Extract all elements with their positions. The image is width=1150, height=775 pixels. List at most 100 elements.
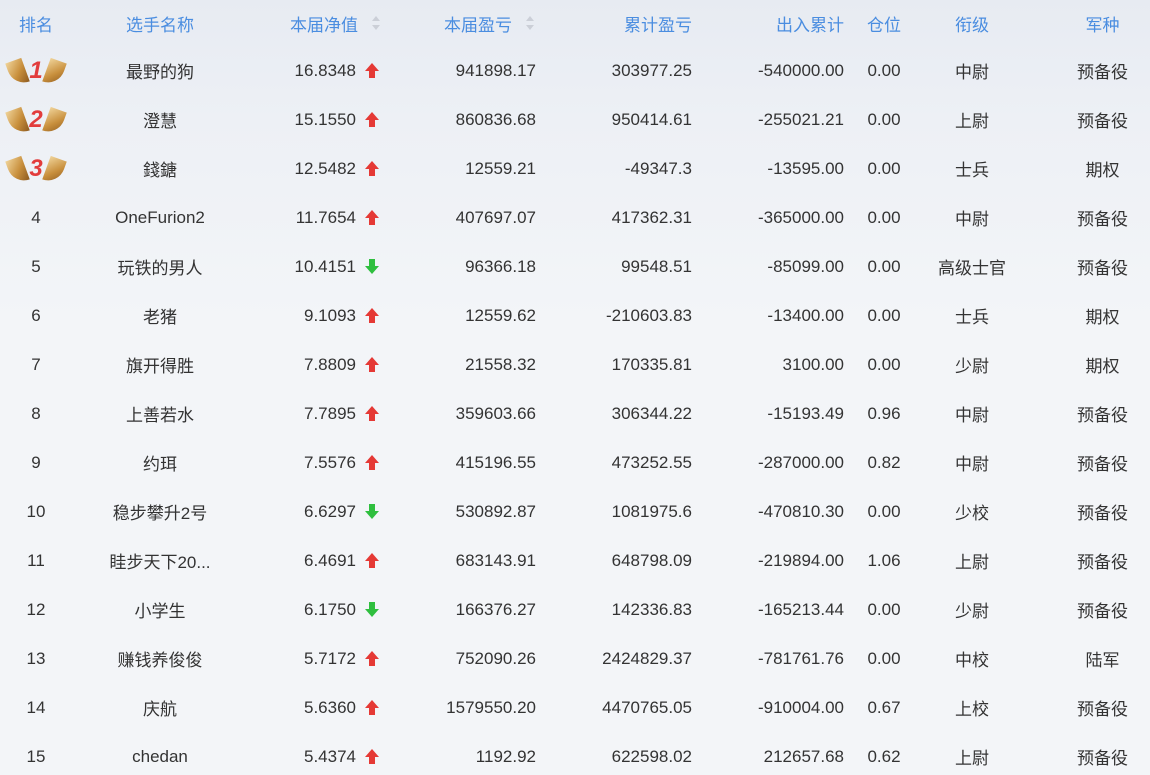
cumulative-profit: -210603.83 xyxy=(605,305,692,325)
table-row[interactable]: 12 小学生 6.1750 166376.27 142336.83 -165213.44 0… xyxy=(0,585,1150,634)
player-name[interactable]: 庆航 xyxy=(143,695,177,720)
sort-icon[interactable] xyxy=(526,16,534,30)
player-name-cell[interactable]: 庆航 xyxy=(72,683,248,732)
rank-number: 1 xyxy=(29,56,43,84)
table-row[interactable]: 1 最野的狗 16.8348 941898.17 303977.25 -540000.00… xyxy=(0,46,1150,95)
rank-number: 9 xyxy=(31,452,41,472)
table-row[interactable]: 4 OneFurion2 11.7654 407697.07 417362.31 -365… xyxy=(0,193,1150,242)
column-header-rank[interactable]: 排名 xyxy=(0,0,72,46)
rank-number: 10 xyxy=(26,501,46,521)
table-row[interactable]: 3 錢鎕 12.5482 12559.21 -49347.3 -13595.00 0.00 士… xyxy=(0,144,1150,193)
cumulative-profit-cell: 303977.25 xyxy=(540,46,692,95)
net-value: 16.8348 xyxy=(294,60,356,80)
military-rank-cell: 上尉 xyxy=(920,95,1024,144)
session-profit-cell: 407697.07 xyxy=(400,193,536,242)
player-name[interactable]: 老猪 xyxy=(143,303,177,328)
net-value: 7.5576 xyxy=(304,452,356,472)
player-name[interactable]: 玩铁的男人 xyxy=(118,254,203,279)
player-name-cell[interactable]: 上善若水 xyxy=(72,389,248,438)
player-name-cell[interactable]: 最野的狗 xyxy=(72,46,248,95)
player-name-cell[interactable]: 约珥 xyxy=(72,438,248,487)
table-row[interactable]: 7 旗开得胜 7.8809 21558.32 170335.81 3100.00 0.00 少… xyxy=(0,340,1150,389)
sort-icon[interactable] xyxy=(372,16,380,30)
trend-cell xyxy=(360,144,384,193)
service-cell: 预备役 xyxy=(1055,193,1150,242)
position-cell: 0.00 xyxy=(856,585,912,634)
player-name[interactable]: 澄慧 xyxy=(143,107,177,132)
rank-cell: 1 xyxy=(0,46,72,95)
table-row[interactable]: 13 赚钱养俊俊 5.7172 752090.26 2424829.37 -781761.… xyxy=(0,634,1150,683)
table-row[interactable]: 8 上善若水 7.7895 359603.66 306344.22 -15193.49 0.… xyxy=(0,389,1150,438)
net-flow: -165213.44 xyxy=(757,599,844,619)
net-flow-cell: -910004.00 xyxy=(700,683,844,732)
player-name[interactable]: 约珥 xyxy=(143,450,177,475)
column-header-cumulative-profit[interactable]: 累计盈亏 xyxy=(540,0,692,46)
column-header-net-value[interactable]: 本届净值 xyxy=(250,0,380,46)
service-cell: 预备役 xyxy=(1055,46,1150,95)
player-name[interactable]: 眭步天下20... xyxy=(109,548,210,573)
player-name-cell[interactable]: 澄慧 xyxy=(72,95,248,144)
player-name-cell[interactable]: 錢鎕 xyxy=(72,144,248,193)
player-name-cell[interactable]: chedan xyxy=(72,732,248,775)
column-header-label: 本届净值 xyxy=(290,15,358,35)
net-value: 5.7172 xyxy=(304,648,356,668)
table-row[interactable]: 14 庆航 5.6360 1579550.20 4470765.05 -910004.00… xyxy=(0,683,1150,732)
player-name-cell[interactable]: 赚钱养俊俊 xyxy=(72,634,248,683)
table-row[interactable]: 9 约珥 7.5576 415196.55 473252.55 -287000.00 0.8… xyxy=(0,438,1150,487)
net-value: 12.5482 xyxy=(294,158,356,178)
column-header-session-profit[interactable]: 本届盈亏 xyxy=(400,0,534,46)
position-value: 0.00 xyxy=(867,109,901,129)
military-rank-cell: 中尉 xyxy=(920,438,1024,487)
table-row[interactable]: 6 老猪 9.1093 12559.62 -210603.83 -13400.00 0.00… xyxy=(0,291,1150,340)
table-row[interactable]: 15 chedan 5.4374 1192.92 622598.02 212657.68 0… xyxy=(0,732,1150,775)
player-name-cell[interactable]: 小学生 xyxy=(72,585,248,634)
player-name-cell[interactable]: 老猪 xyxy=(72,291,248,340)
net-value: 6.1750 xyxy=(304,599,356,619)
arrow-down-icon xyxy=(365,602,379,617)
player-name-cell[interactable]: 玩铁的男人 xyxy=(72,242,248,291)
trend-cell xyxy=(360,634,384,683)
cumulative-profit: 648798.09 xyxy=(611,550,692,570)
cumulative-profit-cell: 950414.61 xyxy=(540,95,692,144)
session-profit: 12559.21 xyxy=(465,158,536,178)
military-rank: 少校 xyxy=(955,504,989,523)
military-rank: 中尉 xyxy=(955,455,989,474)
player-name[interactable]: 錢鎕 xyxy=(143,156,177,181)
service-type: 期权 xyxy=(1085,308,1120,327)
cumulative-profit-cell: 170335.81 xyxy=(540,340,692,389)
player-name[interactable]: 旗开得胜 xyxy=(126,352,194,377)
service-type: 预备役 xyxy=(1077,749,1128,768)
net-flow-cell: -255021.21 xyxy=(700,95,844,144)
column-header-position[interactable]: 仓位 xyxy=(856,0,912,46)
net-flow: -287000.00 xyxy=(757,452,844,472)
player-name[interactable]: 赚钱养俊俊 xyxy=(118,646,203,671)
table-row[interactable]: 10 稳步攀升2号 6.6297 530892.87 1081975.6 -470810.… xyxy=(0,487,1150,536)
player-name-cell[interactable]: 稳步攀升2号 xyxy=(72,487,248,536)
player-name[interactable]: 稳步攀升2号 xyxy=(113,499,207,524)
player-name-cell[interactable]: OneFurion2 xyxy=(72,193,248,242)
cumulative-profit: 303977.25 xyxy=(611,60,692,80)
player-name-cell[interactable]: 旗开得胜 xyxy=(72,340,248,389)
table-row[interactable]: 2 澄慧 15.1550 860836.68 950414.61 -255021.21 0.… xyxy=(0,95,1150,144)
session-profit-cell: 1579550.20 xyxy=(400,683,536,732)
player-name[interactable]: 上善若水 xyxy=(126,401,194,426)
position-cell: 0.62 xyxy=(856,732,912,775)
player-name[interactable]: chedan xyxy=(132,747,188,767)
net-flow: -85099.00 xyxy=(767,256,844,276)
column-header-net-flow[interactable]: 出入累计 xyxy=(700,0,844,46)
column-header-military-rank[interactable]: 衔级 xyxy=(920,0,1024,46)
column-header-player-name[interactable]: 选手名称 xyxy=(72,0,248,46)
player-name-cell[interactable]: 眭步天下20... xyxy=(72,536,248,585)
column-header-service[interactable]: 军种 xyxy=(1055,0,1150,46)
net-value: 9.1093 xyxy=(304,305,356,325)
player-name[interactable]: 小学生 xyxy=(135,597,186,622)
rank-cell: 10 xyxy=(0,487,72,536)
military-rank: 上尉 xyxy=(955,112,989,131)
table-row[interactable]: 11 眭步天下20... 6.4691 683143.91 648798.09 -2198… xyxy=(0,536,1150,585)
military-rank-cell: 士兵 xyxy=(920,291,1024,340)
table-row[interactable]: 5 玩铁的男人 10.4151 96366.18 99548.51 -85099.00 0.… xyxy=(0,242,1150,291)
session-profit: 530892.87 xyxy=(455,501,536,521)
player-name[interactable]: 最野的狗 xyxy=(126,58,194,83)
player-name[interactable]: OneFurion2 xyxy=(115,208,205,228)
trend-cell xyxy=(360,732,384,775)
